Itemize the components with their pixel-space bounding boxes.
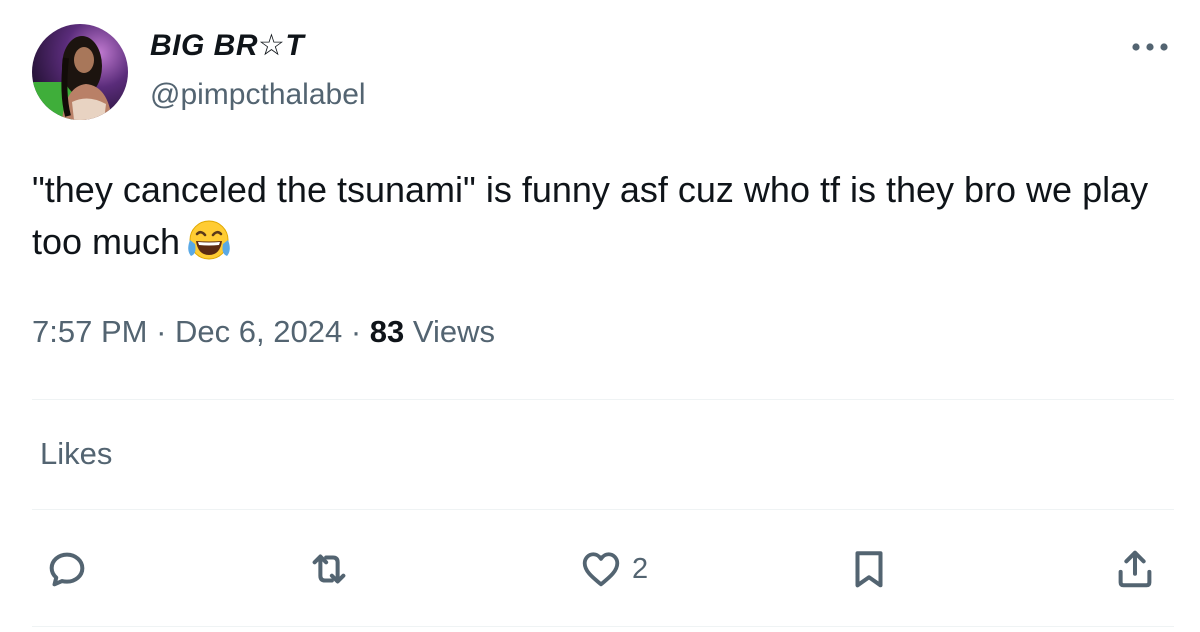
divider — [32, 509, 1174, 510]
user-handle[interactable]: @pimpcthalabel — [150, 78, 366, 112]
tweet-time[interactable]: 7:57 PM — [32, 314, 147, 349]
tweet-date[interactable]: Dec 6, 2024 — [175, 314, 342, 349]
avatar-photo — [32, 24, 128, 120]
avatar[interactable] — [32, 24, 128, 120]
reply-button[interactable] — [44, 540, 90, 598]
share-icon — [1118, 550, 1152, 588]
like-count: 2 — [632, 552, 649, 585]
bookmark-icon — [855, 551, 883, 588]
heart-icon — [582, 552, 620, 587]
more-options-button[interactable] — [1128, 30, 1172, 64]
like-button[interactable]: 2 — [578, 540, 648, 598]
more-dots-icon — [1132, 43, 1168, 51]
meta-separator: · — [156, 314, 167, 349]
divider — [32, 626, 1174, 627]
meta-separator: · — [350, 314, 362, 349]
likes-link[interactable]: Likes — [40, 436, 112, 472]
retweet-icon — [312, 554, 346, 584]
tweet-meta: 7:57 PM · Dec 6, 2024 · 83 Views — [32, 314, 495, 350]
divider — [32, 399, 1174, 400]
views-count: 83 — [369, 314, 405, 349]
tweet-text: "they canceled the tsunami" is funny asf… — [32, 164, 1172, 278]
reply-icon — [49, 552, 85, 587]
face-with-tears-of-joy-icon — [186, 218, 232, 278]
views-label: Views — [412, 314, 496, 349]
display-name[interactable]: BIG BR☆T — [150, 28, 304, 63]
bookmark-button[interactable] — [846, 540, 892, 598]
retweet-button[interactable] — [306, 540, 352, 598]
share-button[interactable] — [1112, 540, 1158, 598]
